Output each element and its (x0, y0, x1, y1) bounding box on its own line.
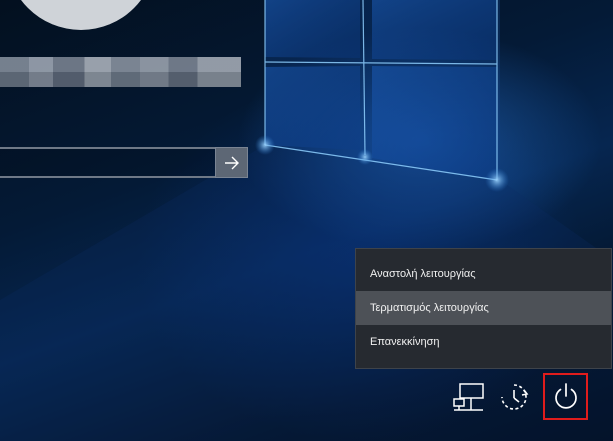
network-icon (453, 383, 484, 411)
arrow-right-icon (224, 156, 239, 169)
menu-item-restart[interactable]: Επανεκκίνηση (356, 325, 611, 359)
password-input[interactable] (0, 147, 215, 178)
power-button[interactable] (543, 373, 588, 420)
submit-button[interactable] (215, 147, 248, 178)
power-icon (554, 382, 577, 409)
ease-of-access-icon (501, 384, 529, 410)
username-blurred (0, 57, 241, 87)
menu-item-shutdown[interactable]: Τερματισμός λειτουργίας (356, 291, 611, 325)
menu-item-sleep[interactable]: Αναστολή λειτουργίας (356, 257, 611, 291)
ease-of-access-button[interactable] (494, 377, 534, 417)
user-avatar (6, 0, 156, 30)
network-button[interactable] (448, 377, 488, 417)
power-options-menu: Αναστολή λειτουργίας Τερματισμός λειτουρ… (355, 248, 612, 369)
